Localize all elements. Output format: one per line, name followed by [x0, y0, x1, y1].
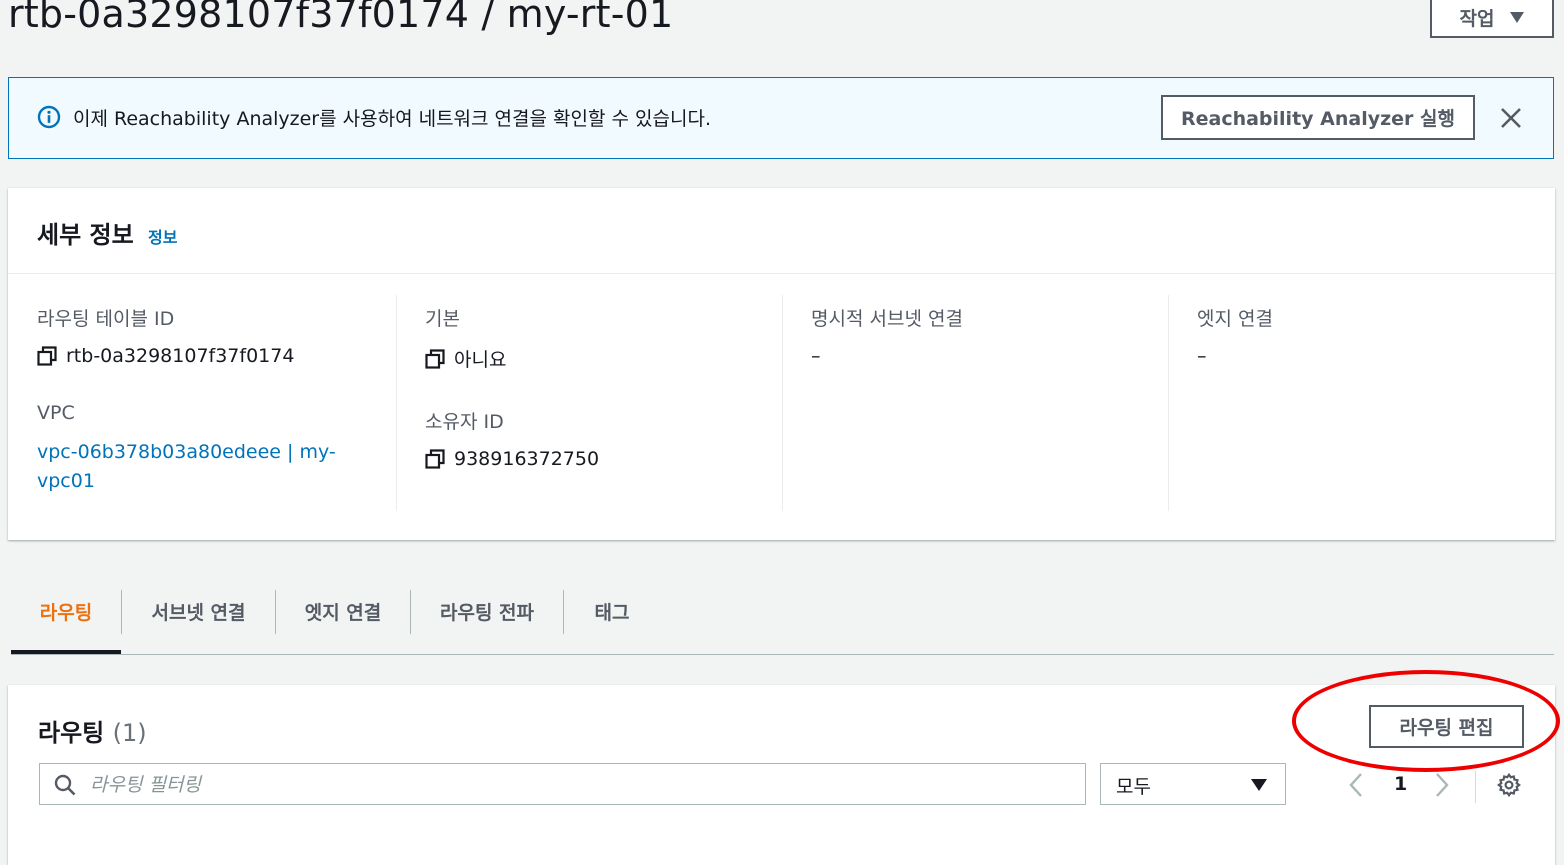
tab-bar: 라우팅 서브넷 연결 엣지 연결 라우팅 전파 태그	[11, 588, 1554, 655]
explicit-subnet-value: –	[811, 345, 821, 367]
copy-icon[interactable]	[425, 449, 445, 469]
details-title: 세부 정보	[37, 221, 134, 249]
owner-id-label: 소유자 ID	[425, 411, 504, 433]
explicit-subnet-label: 명시적 서브넷 연결	[811, 308, 963, 330]
info-link[interactable]: 정보	[148, 224, 177, 248]
routes-panel: 라우팅 (1) 라우팅 편집 모두 1	[8, 685, 1555, 865]
page-title: rtb-0a3298107f37f0174 / my-rt-01	[8, 0, 674, 36]
route-filter[interactable]	[39, 763, 1086, 805]
edit-routes-button[interactable]: 라우팅 편집	[1369, 705, 1524, 748]
main-value-text: 아니요	[454, 349, 507, 371]
banner-text: 이제 Reachability Analyzer를 사용하여 네트워크 연결을 …	[73, 108, 711, 130]
close-icon[interactable]	[1499, 106, 1523, 130]
routes-title-text: 라우팅	[38, 719, 105, 747]
details-column-3: 명시적 서브넷 연결 –	[782, 295, 1169, 511]
caret-down-icon	[1251, 779, 1267, 791]
details-column-1: 라우팅 테이블 ID rtb-0a3298107f37f0174 VPC vpc…	[37, 295, 397, 511]
tab-route-propagation[interactable]: 라우팅 전파	[411, 588, 563, 634]
chevron-right-icon[interactable]	[1434, 772, 1450, 798]
tab-tags[interactable]: 태그	[564, 588, 660, 634]
chevron-left-icon[interactable]	[1348, 772, 1364, 798]
run-reachability-analyzer-button[interactable]: Reachability Analyzer 실행	[1161, 95, 1475, 140]
details-column-4: 엣지 연결 –	[1168, 295, 1555, 511]
tab-routes[interactable]: 라우팅	[11, 588, 121, 634]
edge-association-value: –	[1197, 345, 1207, 367]
details-header: 세부 정보 정보	[8, 188, 1555, 274]
details-panel: 세부 정보 정보 라우팅 테이블 ID rtb-0a3298107f37f017…	[8, 188, 1555, 540]
gear-icon[interactable]	[1497, 773, 1521, 797]
copy-icon[interactable]	[425, 348, 445, 369]
info-circle-icon	[37, 105, 61, 129]
route-filter-select[interactable]: 모두	[1100, 763, 1286, 805]
copy-icon[interactable]	[37, 346, 57, 366]
routes-count: (1)	[112, 719, 147, 747]
routes-title: 라우팅 (1)	[38, 713, 147, 748]
details-column-2: 기본 아니요 소유자 ID 938916372750	[396, 295, 783, 511]
owner-id-value: 938916372750	[425, 448, 783, 470]
current-page[interactable]: 1	[1394, 773, 1407, 795]
edge-association-label: 엣지 연결	[1197, 308, 1273, 330]
search-icon	[54, 774, 76, 796]
main-label: 기본	[425, 308, 460, 330]
owner-id-text: 938916372750	[454, 448, 600, 470]
pager-divider	[1475, 771, 1476, 803]
actions-button-label: 작업	[1459, 7, 1495, 30]
main-value: 아니요	[425, 345, 783, 372]
actions-button[interactable]: 작업	[1430, 0, 1554, 38]
select-value: 모두	[1116, 776, 1151, 798]
active-tab-indicator	[11, 650, 121, 654]
caret-down-icon	[1510, 11, 1525, 23]
route-table-id-value: rtb-0a3298107f37f0174	[37, 345, 397, 367]
route-table-id-label: 라우팅 테이블 ID	[37, 308, 175, 330]
route-filter-input[interactable]	[88, 768, 1072, 802]
tab-edge-associations[interactable]: 엣지 연결	[276, 588, 410, 634]
vpc-link[interactable]: vpc-06b378b03a80edeee | my-vpc01	[37, 438, 347, 496]
info-banner: 이제 Reachability Analyzer를 사용하여 네트워크 연결을 …	[8, 77, 1554, 159]
tab-subnet-associations[interactable]: 서브넷 연결	[122, 588, 275, 634]
vpc-label: VPC	[37, 402, 75, 424]
route-table-id-text: rtb-0a3298107f37f0174	[66, 345, 295, 367]
